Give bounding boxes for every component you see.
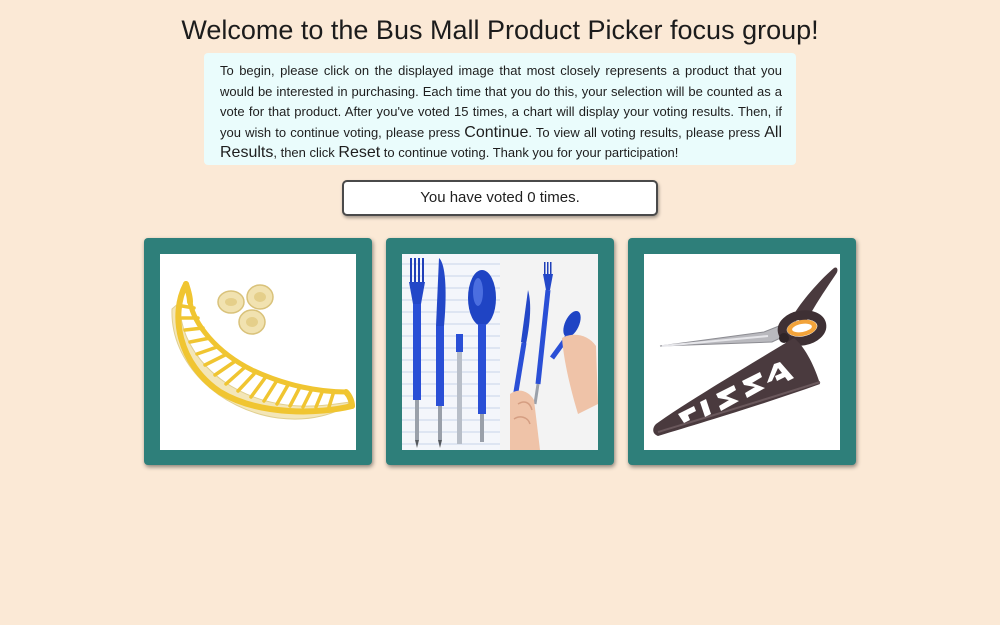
reset-keyword: Reset xyxy=(338,144,381,161)
pen-utensils-graphic xyxy=(402,254,598,450)
instructions-text-2: . To view all voting results, please pre… xyxy=(528,124,765,140)
product-card-1[interactable] xyxy=(144,238,372,465)
pizza-scissors-image[interactable] xyxy=(644,254,840,450)
vote-counter: You have voted 0 times. xyxy=(342,180,658,216)
pizza-scissors-graphic xyxy=(653,267,838,436)
product-card-3[interactable] xyxy=(628,238,856,465)
instructions-text-4: to continue voting. Thank you for your p… xyxy=(380,145,679,160)
instructions-panel: To begin, please click on the displayed … xyxy=(204,53,796,165)
banana-slicer-image[interactable] xyxy=(160,254,356,450)
continue-keyword: Continue xyxy=(464,123,529,141)
page-title: Welcome to the Bus Mall Product Picker f… xyxy=(181,15,819,45)
plain-pen xyxy=(456,334,463,444)
banana-slices xyxy=(217,284,274,335)
product-card-2[interactable] xyxy=(386,238,614,465)
pizza-spatula xyxy=(653,338,821,436)
banana-slicer-graphic xyxy=(171,281,355,420)
instructions-text-3: , then click xyxy=(273,145,339,160)
blue-pen-utensils-image[interactable] xyxy=(402,254,598,450)
